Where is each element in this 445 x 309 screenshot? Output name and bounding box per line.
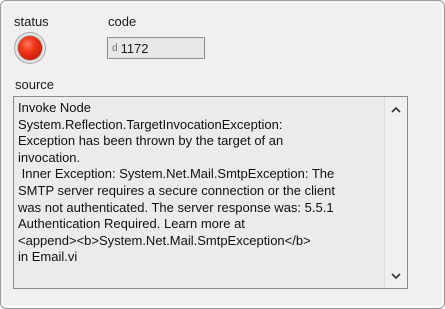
- radix-indicator[interactable]: d: [112, 43, 118, 54]
- status-label: status: [14, 14, 49, 29]
- scroll-down-button[interactable]: [385, 266, 407, 286]
- code-field[interactable]: d 1172: [107, 37, 205, 59]
- status-led[interactable]: [18, 36, 42, 60]
- code-label: code: [108, 14, 137, 29]
- source-textbox[interactable]: Invoke Node System.Reflection.TargetInvo…: [13, 96, 408, 289]
- source-text[interactable]: Invoke Node System.Reflection.TargetInvo…: [18, 100, 386, 266]
- chevron-up-icon: [391, 106, 401, 113]
- error-cluster: status code d 1172 source Invoke Node Sy…: [0, 0, 445, 309]
- chevron-down-icon: [391, 272, 401, 279]
- code-value: 1172: [120, 40, 149, 56]
- scroll-up-button[interactable]: [385, 99, 407, 119]
- source-label: source: [15, 77, 55, 92]
- vertical-scrollbar[interactable]: [384, 97, 407, 288]
